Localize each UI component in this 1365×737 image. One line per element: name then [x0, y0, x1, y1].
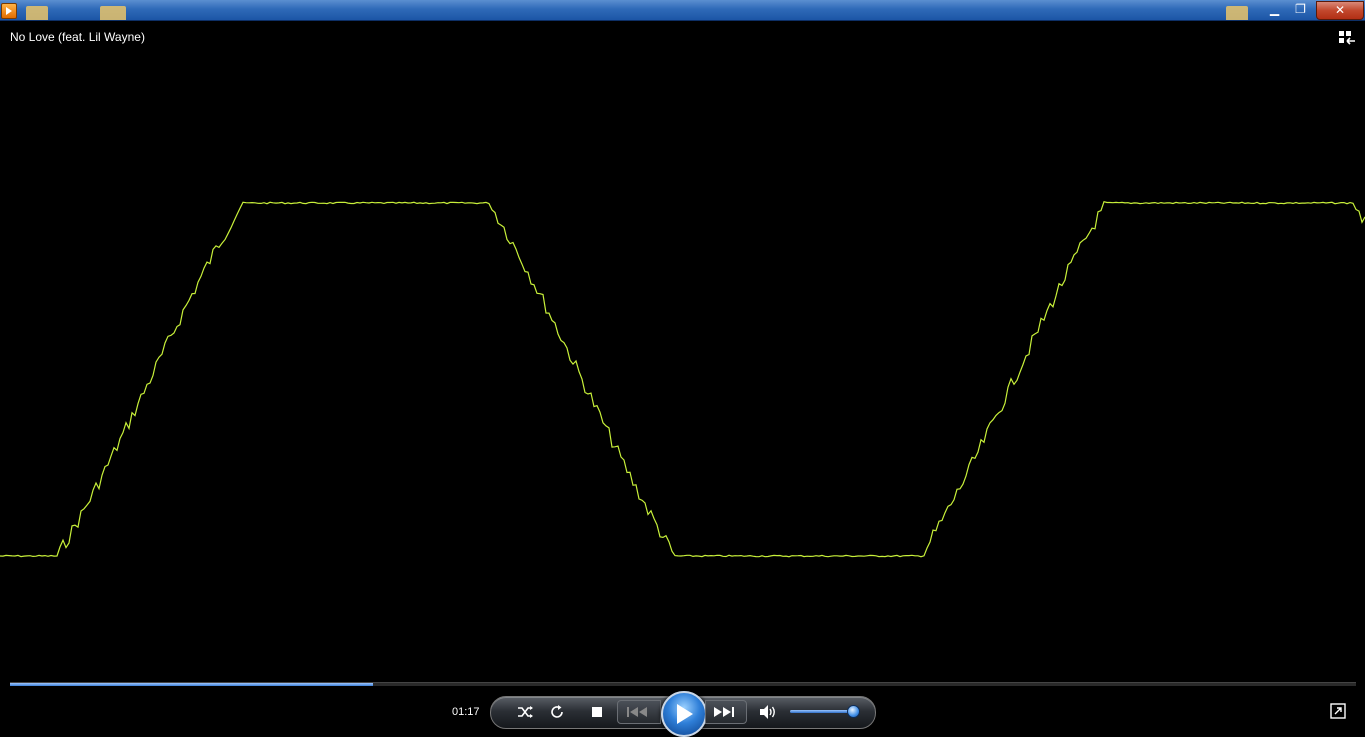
minimize-button[interactable]: ▁	[1262, 1, 1287, 18]
now-playing-title: No Love (feat. Lil Wayne)	[10, 30, 145, 44]
stop-icon	[592, 706, 602, 717]
folder-icon	[1226, 6, 1248, 20]
maximize-button[interactable]: ❐	[1288, 1, 1313, 18]
repeat-icon	[551, 704, 563, 718]
stop-button[interactable]	[586, 696, 608, 727]
volume-slider[interactable]	[790, 710, 854, 713]
previous-icon	[627, 707, 647, 717]
seek-bar[interactable]	[10, 682, 1356, 686]
elapsed-time: 01:17	[452, 706, 480, 718]
switch-to-library-icon[interactable]	[1338, 30, 1356, 46]
shuffle-icon	[518, 705, 533, 718]
play-button[interactable]	[661, 691, 707, 737]
folder-icon	[100, 6, 126, 20]
fullscreen-button[interactable]	[1330, 703, 1346, 719]
close-button[interactable]: ✕	[1316, 1, 1364, 20]
waveform-line	[0, 200, 1365, 558]
fullscreen-icon	[1330, 703, 1346, 719]
play-icon	[677, 704, 693, 724]
volume-slider-thumb[interactable]	[847, 705, 860, 718]
next-button[interactable]	[705, 700, 747, 724]
folder-icon	[26, 6, 48, 20]
previous-button[interactable]	[617, 700, 661, 724]
audio-visualization	[0, 200, 1365, 558]
window-title-bar: ▁ ❐ ✕	[0, 0, 1365, 21]
volume-icon	[760, 704, 775, 719]
seek-progress	[10, 683, 374, 686]
next-icon	[714, 707, 734, 717]
mute-button[interactable]	[756, 696, 780, 727]
shuffle-button[interactable]	[513, 696, 537, 727]
media-player-app-icon	[1, 3, 17, 19]
repeat-button[interactable]	[545, 696, 569, 727]
